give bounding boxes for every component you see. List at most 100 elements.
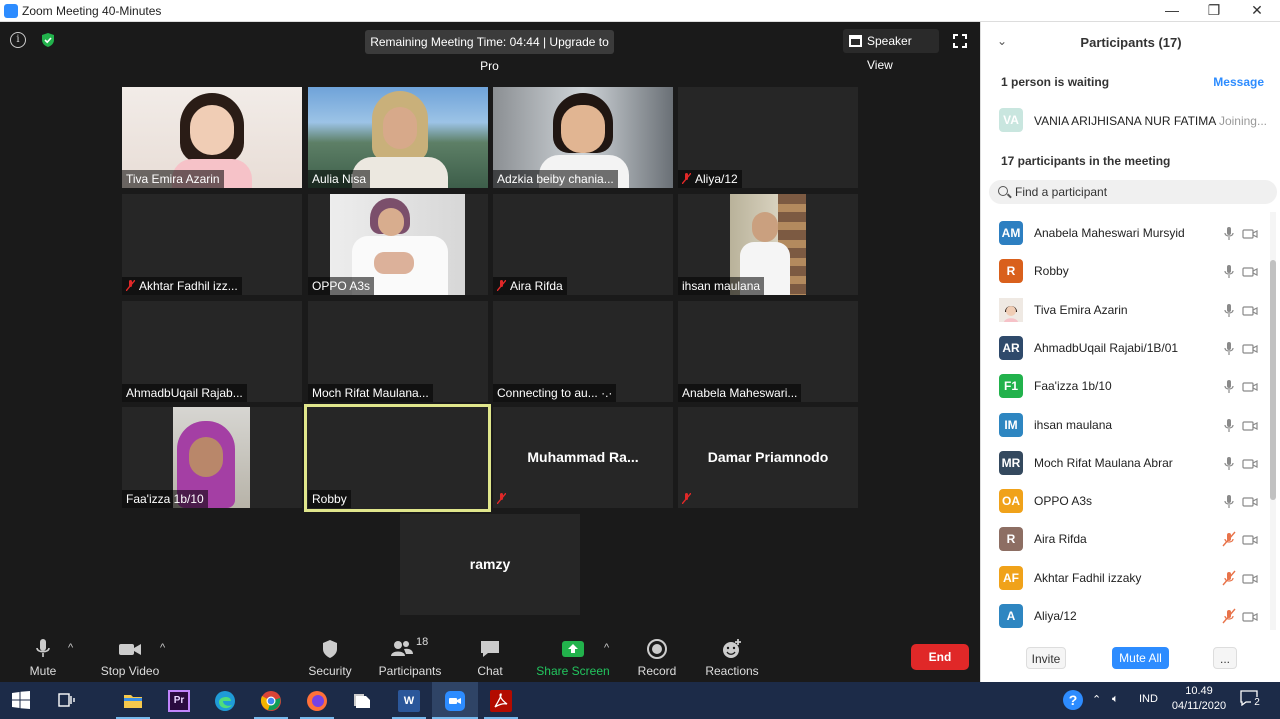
video-tile[interactable]: Aira Rifda (493, 194, 673, 295)
video-camera-icon[interactable] (1242, 342, 1258, 354)
video-camera-icon[interactable] (1242, 227, 1258, 239)
muted-mic-icon[interactable] (1221, 531, 1237, 547)
chrome-taskbar-button[interactable] (248, 682, 294, 719)
video-tile[interactable]: Damar Priamnodo (678, 407, 858, 508)
meeting-timer[interactable]: Remaining Meeting Time: 04:44 | Upgrade … (365, 30, 614, 73)
video-camera-icon[interactable] (1242, 380, 1258, 392)
participant-row[interactable]: AF Akhtar Fadhil izzaky (981, 559, 1271, 597)
system-clock[interactable]: 10.49 04/11/2020 (1168, 685, 1230, 712)
speaker-view-button[interactable]: Speaker View (843, 29, 939, 72)
participant-row[interactable]: AM Anabela Maheswari Mursyid (981, 214, 1271, 252)
muted-mic-icon[interactable] (1221, 570, 1237, 586)
video-tile[interactable]: Anabela Maheswari... (678, 301, 858, 402)
scrollbar-thumb[interactable] (1270, 260, 1276, 500)
info-icon[interactable]: i (10, 32, 26, 48)
input-language[interactable]: IND (1139, 693, 1158, 705)
mute-button[interactable]: Mute (22, 638, 64, 678)
participant-row[interactable]: R Robby (981, 252, 1271, 290)
video-camera-icon[interactable] (1242, 610, 1258, 622)
video-camera-icon[interactable] (1242, 457, 1258, 469)
microphone-icon[interactable] (1221, 340, 1237, 356)
microphone-icon[interactable] (1221, 302, 1237, 318)
video-tile[interactable]: Aulia Nisa (308, 87, 488, 188)
participant-row[interactable]: AR AhmadbUqail Rajabi/1B/01 (981, 329, 1271, 367)
mute-all-button[interactable]: Mute All (1112, 647, 1169, 669)
video-tile[interactable]: Tiva Emira Azarin (122, 87, 302, 188)
participant-row[interactable]: F1 Faa'izza 1b/10 (981, 367, 1271, 405)
video-tile[interactable]: ihsan maulana (678, 194, 858, 295)
video-tile[interactable]: AhmadbUqail Rajab... (122, 301, 302, 402)
security-button[interactable]: Security (306, 638, 354, 678)
participant-name: Aliya/12 (1034, 609, 1077, 623)
notification-center-button[interactable]: 2 (1240, 690, 1263, 709)
waiting-participant-row[interactable]: VA VANIA ARIJHISANA NUR FATIMA Joining..… (999, 108, 1279, 132)
active-speaker-tile[interactable]: Robby (304, 404, 491, 512)
video-camera-icon[interactable] (1242, 533, 1258, 545)
video-tile[interactable]: ramzy (400, 514, 580, 615)
video-camera-icon[interactable] (1242, 265, 1258, 277)
participant-row[interactable]: OA OPPO A3s (981, 482, 1271, 520)
video-tile[interactable]: Aliya/12 (678, 87, 858, 188)
record-button[interactable]: Record (636, 638, 678, 678)
video-tile[interactable]: Faa'izza 1b/10 (122, 407, 302, 508)
microphone-icon[interactable] (1221, 417, 1237, 433)
video-tile[interactable]: Akhtar Fadhil izz... (122, 194, 302, 295)
participant-name: Robby (1034, 264, 1069, 279)
participant-row[interactable]: A Aliya/12 (981, 597, 1271, 635)
video-camera-icon[interactable] (1242, 572, 1258, 584)
chat-button[interactable]: Chat (470, 638, 510, 678)
video-camera-icon[interactable] (1242, 495, 1258, 507)
help-icon[interactable]: ? (1062, 689, 1084, 711)
microphone-icon[interactable] (1221, 378, 1237, 394)
zoom-taskbar-button[interactable] (432, 682, 478, 719)
participants-button[interactable]: 18 Participants (378, 636, 442, 678)
end-meeting-button[interactable]: End (911, 644, 969, 670)
restore-button[interactable]: ❐ (1194, 2, 1234, 20)
video-tile[interactable]: OPPO A3s (308, 194, 488, 295)
video-tile[interactable]: Muhammad Ra... (493, 407, 673, 508)
participant-list-scrollbar[interactable] (1270, 212, 1276, 630)
premiere-taskbar-button[interactable]: Pr (156, 682, 202, 719)
record-icon (647, 639, 667, 659)
video-tile[interactable]: Adzkia beiby chania... (493, 87, 673, 188)
task-view-icon[interactable] (58, 692, 76, 708)
fullscreen-icon[interactable] (953, 34, 967, 48)
tray-chevron-icon[interactable]: ⌃ (1092, 693, 1101, 706)
participant-row[interactable]: Tiva Emira Azarin (981, 291, 1271, 329)
acrobat-taskbar-button[interactable] (478, 682, 524, 719)
minimize-button[interactable]: — (1152, 2, 1192, 20)
microphone-icon[interactable] (1221, 263, 1237, 279)
muted-mic-icon[interactable] (1221, 608, 1237, 624)
message-link[interactable]: Message (1213, 75, 1264, 89)
file-explorer-taskbar-button[interactable] (110, 682, 156, 719)
microphone-icon[interactable] (1221, 493, 1237, 509)
stop-video-button[interactable]: Stop Video (96, 638, 164, 678)
video-tile[interactable]: Moch Rifat Maulana... (308, 301, 488, 402)
video-options-caret[interactable]: ^ (160, 642, 165, 654)
tile-big-name: Muhammad Ra... (527, 449, 639, 465)
more-button[interactable]: ... (1213, 647, 1237, 669)
participant-row[interactable]: MR Moch Rifat Maulana Abrar (981, 444, 1271, 482)
microphone-icon[interactable] (1221, 225, 1237, 241)
participant-row[interactable]: IM ihsan maulana (981, 406, 1271, 444)
participant-row[interactable]: R Aira Rifda (981, 520, 1271, 558)
share-options-caret[interactable]: ^ (604, 642, 609, 654)
close-button[interactable]: ✕ (1237, 2, 1277, 20)
video-tile[interactable]: Connecting to au... ·.· (493, 301, 673, 402)
participants-panel: ⌄ Participants (17) 1 person is waiting … (980, 22, 1280, 682)
audio-options-caret[interactable]: ^ (68, 642, 73, 654)
invite-button[interactable]: Invite (1026, 647, 1066, 669)
microphone-icon[interactable] (1221, 455, 1237, 471)
video-camera-icon[interactable] (1242, 419, 1258, 431)
files-taskbar-button[interactable] (340, 682, 386, 719)
share-screen-button[interactable]: Share Screen (536, 638, 610, 678)
shield-icon[interactable] (40, 32, 56, 48)
search-input[interactable]: Find a participant (989, 180, 1277, 204)
word-taskbar-button[interactable]: W (386, 682, 432, 719)
firefox-taskbar-button[interactable] (294, 682, 340, 719)
reactions-button[interactable]: Reactions (704, 638, 760, 678)
windows-start-icon[interactable] (12, 691, 30, 709)
edge-taskbar-button[interactable] (202, 682, 248, 719)
video-camera-icon[interactable] (1242, 304, 1258, 316)
volume-icon[interactable]: 🔈︎ (1112, 693, 1119, 706)
